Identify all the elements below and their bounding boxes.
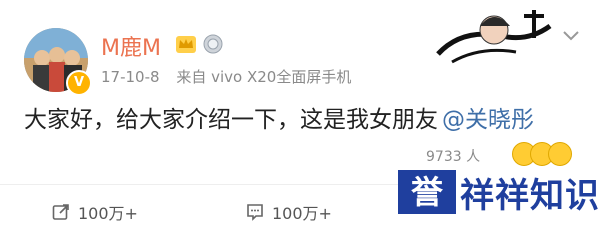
chevron-down-icon[interactable] (562, 30, 580, 42)
verified-badge: V (66, 70, 92, 96)
username[interactable]: M鹿M (101, 30, 161, 62)
post-timestamp: 17-10-8 (101, 68, 160, 86)
post-content: 大家好，给大家介绍一下，这是我女朋友 @关晓彤 (24, 100, 534, 134)
medal-badge-icon[interactable] (203, 34, 223, 54)
comment-button[interactable]: 100万+ (246, 198, 332, 226)
divider (0, 184, 420, 185)
watermark-text: 祥祥知识 (460, 175, 600, 216)
mention-link[interactable]: @关晓彤 (442, 107, 534, 133)
repost-button[interactable]: 100万+ (52, 198, 138, 226)
comment-icon (247, 204, 263, 221)
post-text: 大家好，给大家介绍一下，这是我女朋友 (24, 107, 438, 133)
crown-badge-icon[interactable] (175, 34, 197, 54)
repost-count: 100万+ (78, 204, 138, 223)
watermark-logo: 誉 祥祥知识 (398, 160, 600, 224)
watermark-box: 誉 (398, 170, 456, 214)
repost-icon (52, 204, 69, 220)
sticker-image (436, 10, 552, 64)
post-source[interactable]: 来自 vivo X20全面屏手机 (176, 68, 351, 86)
post-meta: 17-10-8 来自 vivo X20全面屏手机 (101, 66, 351, 87)
comment-count: 100万+ (272, 204, 332, 223)
